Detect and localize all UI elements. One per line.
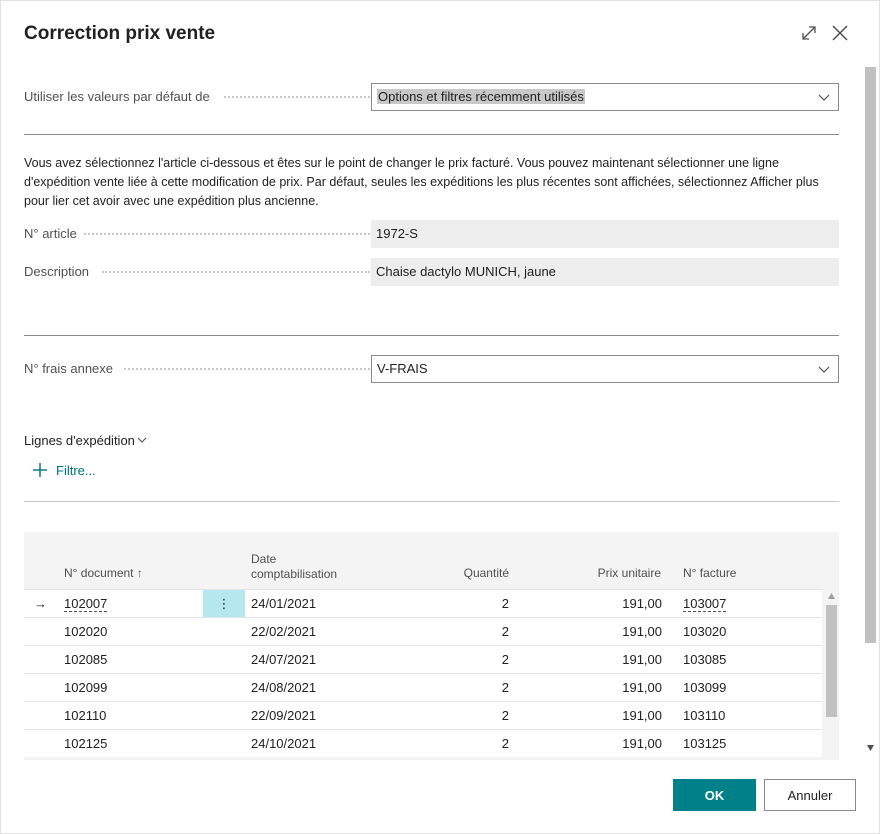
cell-invoice-no[interactable]: 103085 <box>683 646 726 674</box>
item-no-value: 1972-S <box>371 220 839 248</box>
cancel-button[interactable]: Annuler <box>764 779 856 811</box>
cell-unit-price: 191,00 <box>622 624 662 639</box>
cell-doc-no[interactable]: 102007 <box>64 590 108 618</box>
col-header-invoice-no[interactable]: N° facture <box>683 566 736 581</box>
description-label: Description <box>24 264 96 279</box>
cell-doc-no[interactable]: 102099 <box>64 674 107 702</box>
close-icon <box>832 25 848 41</box>
expand-icon <box>802 26 816 40</box>
dialog-scroll-thumb[interactable] <box>865 67 876 643</box>
table-row[interactable]: 102110 22/09/2021 2 191,00 103110 <box>24 701 822 729</box>
description-value: Chaise dactylo MUNICH, jaune <box>371 258 839 286</box>
grid-scroll-thumb[interactable] <box>826 605 837 717</box>
cell-unit-price: 191,00 <box>622 652 662 667</box>
col-header-qty[interactable]: Quantité <box>444 566 509 581</box>
table-row[interactable]: → ⋮ 102007 24/01/2021 2 191,00 103007 <box>24 589 822 617</box>
chevron-down-icon <box>818 94 830 101</box>
grid-header: N° document ↑ Date comptabilisation Quant… <box>24 532 839 589</box>
instruction-text: Vous avez sélectionnez l'article ci-dess… <box>24 156 819 208</box>
cell-date: 22/09/2021 <box>251 708 317 723</box>
dialog-title: Correction prix vente <box>24 23 216 44</box>
ok-button[interactable]: OK <box>673 779 756 811</box>
cell-doc-no[interactable]: 102020 <box>64 618 107 646</box>
chevron-down-icon <box>818 366 830 373</box>
scroll-down-icon[interactable] <box>867 745 874 751</box>
charge-select-value: V-FRAIS <box>377 361 428 376</box>
sort-ascending-icon: ↑ <box>136 566 143 580</box>
chevron-down-icon <box>137 437 147 443</box>
cell-unit-price: 191,00 <box>622 596 662 611</box>
table-row[interactable]: 102099 24/08/2021 2 191,00 103099 <box>24 673 822 701</box>
cell-date: 24/07/2021 <box>251 652 317 667</box>
cell-invoice-no[interactable]: 103125 <box>683 730 726 758</box>
dialog-scrollbar[interactable] <box>863 63 878 759</box>
more-vertical-icon: ⋮ <box>217 595 231 611</box>
cell-unit-price: 191,00 <box>622 736 662 751</box>
cell-invoice-no[interactable]: 103007 <box>683 590 727 618</box>
cell-unit-price: 191,00 <box>622 680 662 695</box>
cell-unit-price: 191,00 <box>622 708 662 723</box>
filter-button[interactable]: Filtre... <box>32 462 96 478</box>
defaults-select-value: Options et filtres récemment utilisés <box>377 89 585 104</box>
defaults-label: Utiliser les valeurs par défaut de <box>24 83 370 111</box>
cell-date: 22/02/2021 <box>251 624 317 639</box>
item-no-label: N° article <box>24 226 83 241</box>
cell-qty: 2 <box>501 736 509 751</box>
charge-select[interactable]: V-FRAIS <box>371 355 839 383</box>
cell-qty: 2 <box>501 624 509 639</box>
cell-date: 24/10/2021 <box>251 736 317 751</box>
divider <box>24 501 839 502</box>
lines-section-toggle[interactable]: Lignes d'expédition <box>24 433 147 448</box>
cell-invoice-no[interactable]: 103020 <box>683 618 726 646</box>
shipment-lines-grid: N° document ↑ Date comptabilisation Quant… <box>24 532 839 760</box>
col-header-doc-no[interactable]: N° document ↑ <box>64 566 143 581</box>
grid-rows: → ⋮ 102007 24/01/2021 2 191,00 103007 102020 22/… <box>24 589 822 757</box>
table-row[interactable]: 102125 24/10/2021 2 191,00 103125 <box>24 729 822 757</box>
filter-label: Filtre... <box>56 462 96 478</box>
cell-doc-no[interactable]: 102110 <box>64 702 106 730</box>
item-no-row: N° article 1972-S <box>24 220 839 248</box>
divider <box>24 335 839 336</box>
cell-qty: 2 <box>501 680 509 695</box>
cell-date: 24/08/2021 <box>251 680 317 695</box>
cell-qty: 2 <box>501 652 509 667</box>
charge-row: N° frais annexe V-FRAIS <box>24 355 839 383</box>
table-row[interactable]: 102085 24/07/2021 2 191,00 103085 <box>24 645 822 673</box>
cell-qty: 2 <box>501 708 509 723</box>
cell-qty: 2 <box>501 596 509 611</box>
grid-scrollbar[interactable] <box>824 589 839 760</box>
table-row[interactable]: 102020 22/02/2021 2 191,00 103020 <box>24 617 822 645</box>
close-button[interactable] <box>828 21 852 45</box>
defaults-select[interactable]: Options et filtres récemment utilisés <box>371 83 839 111</box>
cell-doc-no[interactable]: 102125 <box>64 730 107 758</box>
row-actions-button[interactable]: ⋮ <box>203 590 245 617</box>
col-header-unit-price[interactable]: Prix unitaire <box>564 566 661 581</box>
cell-invoice-no[interactable]: 103099 <box>683 674 726 702</box>
plus-icon <box>33 463 47 477</box>
charge-label: N° frais annexe <box>24 361 120 376</box>
cell-doc-no[interactable]: 102085 <box>64 646 107 674</box>
arrow-right-icon: → <box>34 596 47 611</box>
cell-date: 24/01/2021 <box>251 596 317 611</box>
description-row: Description Chaise dactylo MUNICH, jaune <box>24 258 839 286</box>
expand-button[interactable] <box>797 21 821 45</box>
defaults-row: Utiliser les valeurs par défaut de Optio… <box>24 83 839 111</box>
lines-section-title: Lignes d'expédition <box>24 433 135 448</box>
col-header-date[interactable]: Date comptabilisation <box>251 552 337 582</box>
dialog: Correction prix vente Utiliser les valeu… <box>0 0 880 834</box>
cell-invoice-no[interactable]: 103110 <box>683 702 725 730</box>
scroll-up-icon[interactable] <box>828 593 835 599</box>
divider <box>24 134 839 135</box>
